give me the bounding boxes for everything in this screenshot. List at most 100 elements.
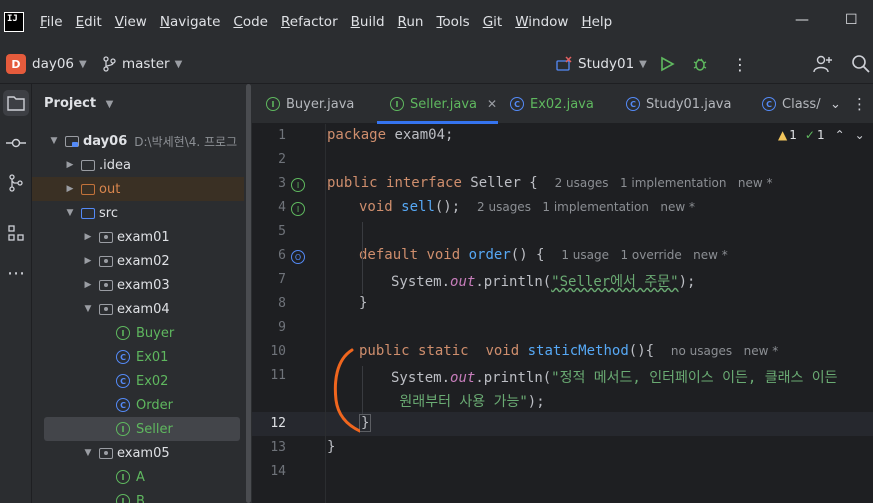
git-tool-button[interactable] — [3, 170, 29, 196]
inlay-hint[interactable]: 1 usage 1 override new * — [561, 248, 727, 262]
project-scrollbar-thumb[interactable] — [246, 84, 251, 503]
code-line-1: package exam04; — [327, 127, 453, 143]
collapsed-arrow-icon: ▶ — [66, 184, 74, 194]
string-literal: "Seller에서 주문" — [551, 274, 679, 290]
interface-icon: I — [116, 422, 130, 436]
check-icon: ✓ — [804, 128, 815, 142]
menu-navigate[interactable]: Navigate — [160, 14, 221, 30]
implemented-interface-gutter-icon[interactable]: I — [291, 178, 305, 192]
tab-study01-java[interactable]: C Study01.java — [626, 84, 731, 124]
tree-item-order[interactable]: C Order — [32, 393, 252, 417]
inlay-hint[interactable]: no usages new * — [671, 344, 778, 358]
tree-item-b[interactable]: I B — [32, 489, 252, 503]
chevron-down-icon: ▼ — [105, 99, 114, 110]
menu-edit[interactable]: Edit — [76, 14, 102, 30]
tree-item-exam04[interactable]: ▼ exam04 — [32, 297, 252, 321]
debug-button[interactable] — [692, 44, 708, 84]
inlay-hint[interactable]: 2 usages 1 implementation new * — [477, 200, 695, 214]
branch-selector[interactable]: master ▼ — [102, 44, 182, 84]
tree-item-seller[interactable]: I Seller — [44, 417, 240, 441]
warning-icon: ▲ — [778, 128, 788, 142]
tree-item-ex02[interactable]: C Ex02 — [32, 369, 252, 393]
kebab-icon: ⋮ — [852, 95, 867, 113]
menu-file[interactable]: File — [40, 14, 63, 30]
menu-tools[interactable]: Tools — [436, 14, 469, 30]
menu-code[interactable]: Code — [233, 14, 268, 30]
tree-root-day06[interactable]: ▼ day06 D:\박세현\4. 프로그 — [32, 129, 252, 153]
tab-class-java[interactable]: C Class/ — [762, 84, 821, 124]
runnable-class-icon: C — [116, 374, 130, 388]
line-number: 9 — [278, 320, 286, 335]
tree-label: exam03 — [117, 277, 170, 293]
tab-seller-java[interactable]: I Seller.java ✕ — [390, 84, 497, 124]
project-name: day06 — [32, 56, 75, 72]
indent-guide — [362, 222, 363, 294]
expanded-arrow-icon: ▼ — [84, 304, 92, 314]
matched-brace: } — [359, 414, 372, 432]
tab-label: Class/ — [782, 96, 821, 112]
tab-more-button[interactable]: ⋮ — [852, 84, 867, 124]
inlay-hint[interactable]: 2 usages 1 implementation new * — [555, 176, 773, 190]
tree-item-exam05[interactable]: ▼ exam05 — [32, 441, 252, 465]
excluded-folder-icon — [80, 182, 96, 196]
run-config-selector[interactable]: Study01 ▼ — [556, 44, 647, 84]
implemented-method-gutter-icon[interactable]: I — [291, 202, 305, 216]
menu-run[interactable]: Run — [398, 14, 424, 30]
code-text: exam04; — [386, 127, 454, 143]
project-panel-title[interactable]: Project ▼ — [44, 96, 113, 111]
tab-ex02-java[interactable]: C Ex02.java — [510, 84, 594, 124]
structure-tool-button[interactable] — [3, 220, 29, 246]
inspection-widget[interactable]: ▲ 1 ✓ 1 ⌃ ⌄ — [778, 128, 865, 142]
more-actions-button[interactable]: ⋮ — [732, 44, 748, 84]
tab-label: Study01.java — [646, 96, 732, 112]
account-button[interactable] — [813, 44, 833, 84]
close-icon[interactable]: ✕ — [487, 97, 497, 111]
menu-git[interactable]: Git — [483, 14, 503, 30]
project-selector[interactable]: D day06 ▼ — [0, 44, 87, 84]
tree-item-exam03[interactable]: ▶ exam03 — [32, 273, 252, 297]
menu-refactor[interactable]: Refactor — [281, 14, 338, 30]
menu-window[interactable]: Window — [515, 14, 568, 30]
warning-count: 1 — [789, 128, 797, 142]
source-folder-icon — [80, 206, 96, 220]
static-field: out — [450, 274, 476, 290]
tab-label: Ex02.java — [530, 96, 594, 112]
menu-help[interactable]: Help — [581, 14, 612, 30]
more-tools-button[interactable]: ⋯ — [3, 260, 29, 286]
package-icon — [98, 302, 114, 316]
chevron-down-icon[interactable]: ⌄ — [855, 128, 865, 142]
play-icon — [661, 56, 675, 72]
commit-tool-button[interactable] — [3, 130, 29, 156]
tree-label: Order — [136, 397, 173, 413]
menu-build[interactable]: Build — [351, 14, 385, 30]
code-text: .println( — [475, 370, 552, 386]
tree-label: B — [136, 493, 145, 503]
tree-item-ex01[interactable]: C Ex01 — [32, 345, 252, 369]
interface-icon: I — [116, 494, 130, 503]
tree-item-src[interactable]: ▼ src — [32, 201, 252, 225]
static-field: out — [450, 370, 476, 386]
tree-item-out[interactable]: ▶ out — [32, 177, 252, 201]
run-button[interactable] — [659, 44, 675, 84]
ellipsis-icon: ⋯ — [7, 262, 25, 284]
collapsed-arrow-icon: ▶ — [84, 280, 92, 290]
tree-item-exam02[interactable]: ▶ exam02 — [32, 249, 252, 273]
chevron-up-icon[interactable]: ⌃ — [835, 128, 845, 142]
minimize-button[interactable]: — — [795, 12, 809, 28]
tree-item-exam01[interactable]: ▶ exam01 — [32, 225, 252, 249]
intellij-logo[interactable]: IJ — [4, 12, 24, 32]
code-line-12: } — [359, 414, 372, 432]
tab-list-button[interactable]: ⌄ — [830, 84, 841, 124]
tree-item-a[interactable]: I A — [32, 465, 252, 489]
code-text: System. — [391, 370, 451, 386]
tree-item-idea[interactable]: ▶ .idea — [32, 153, 252, 177]
search-button[interactable] — [851, 44, 871, 84]
tree-label: day06 — [83, 133, 128, 149]
overridden-method-gutter-icon[interactable]: O — [291, 250, 305, 264]
project-tool-button[interactable] — [3, 90, 29, 116]
maximize-button[interactable]: ☐ — [845, 12, 858, 28]
tree-label: exam04 — [117, 301, 170, 317]
tab-buyer-java[interactable]: I Buyer.java — [266, 84, 354, 124]
menu-view[interactable]: View — [115, 14, 147, 30]
tree-item-buyer[interactable]: I Buyer — [32, 321, 252, 345]
